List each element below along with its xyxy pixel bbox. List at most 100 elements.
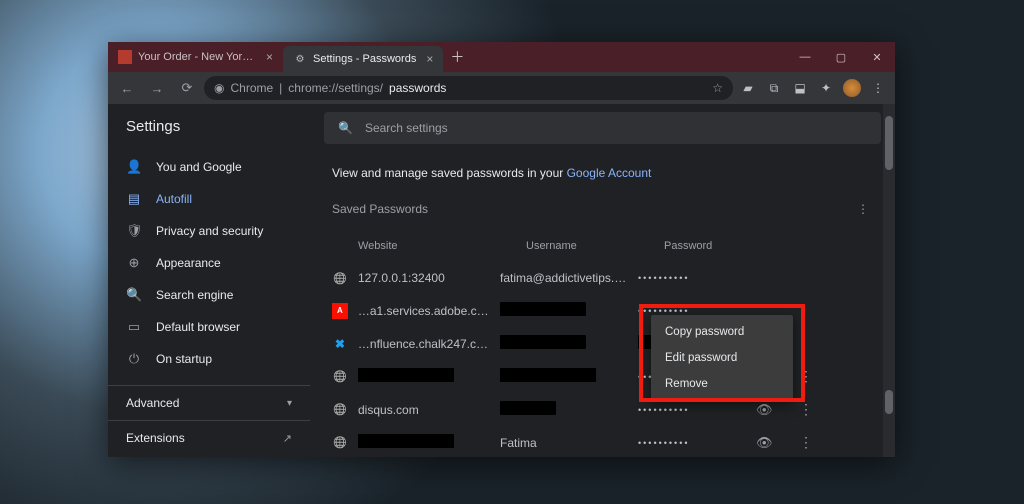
- nav-privacy[interactable]: 🛡Privacy and security: [108, 215, 310, 247]
- redacted: [500, 302, 586, 316]
- autofill-icon: ▤: [126, 191, 142, 207]
- row-more-icon[interactable]: ⋮: [792, 434, 820, 451]
- settings-title: Settings: [108, 104, 310, 147]
- search-row: 🔍 Search settings: [310, 104, 895, 152]
- close-button[interactable]: ✕: [859, 42, 895, 72]
- extension-icon[interactable]: ▰: [737, 77, 759, 99]
- passwords-table: Website Username Password 127.0.0.1:3240…: [310, 224, 895, 457]
- google-account-link[interactable]: Google Account: [567, 166, 652, 180]
- scrollbar-thumb[interactable]: [885, 116, 893, 170]
- window-controls: — ▢ ✕: [787, 42, 895, 72]
- username-cell: [500, 368, 630, 385]
- reload-button[interactable]: ⟳: [174, 75, 200, 101]
- redacted: [500, 368, 596, 382]
- settings-main-inner: 🔍 Search settings View and manage saved …: [310, 104, 895, 457]
- site-cell[interactable]: [358, 368, 454, 385]
- extensions-puzzle-icon[interactable]: ✦: [815, 77, 837, 99]
- menu-copy-password[interactable]: Copy password: [651, 319, 793, 345]
- username-cell: Fatima: [500, 436, 630, 450]
- nav-label: On startup: [156, 352, 212, 366]
- content-area: Settings 👤You and Google ▤Autofill 🛡Priv…: [108, 104, 895, 457]
- search-placeholder: Search settings: [365, 121, 448, 135]
- tab-favicon: [118, 50, 132, 64]
- nav-advanced[interactable]: Advanced ▾: [108, 385, 310, 420]
- new-tab-button[interactable]: ＋: [443, 42, 471, 72]
- nav-appearance[interactable]: ⊕Appearance: [108, 247, 310, 279]
- site-favicon: ✖: [332, 336, 348, 352]
- menu-remove[interactable]: Remove: [651, 371, 793, 397]
- power-icon: ⏻: [126, 351, 142, 367]
- tab-order[interactable]: Your Order - New York Style, Yu… ×: [108, 42, 283, 72]
- section-more-icon[interactable]: ⋮: [853, 198, 873, 220]
- username-cell: [500, 302, 630, 319]
- settings-nav: 👤You and Google ▤Autofill 🛡Privacy and s…: [108, 147, 310, 379]
- redacted: [500, 401, 556, 415]
- redacted: [358, 434, 454, 448]
- row-more-icon[interactable]: ⋮: [792, 368, 820, 385]
- shield-icon: 🛡: [126, 223, 142, 239]
- extensions-label: Extensions: [126, 431, 185, 445]
- redacted: [358, 368, 454, 382]
- redacted: [500, 335, 586, 349]
- globe-icon: [332, 369, 348, 385]
- username-cell: fatima@addictivetips.com: [500, 271, 630, 285]
- site-cell[interactable]: [358, 434, 454, 451]
- nav-label: Default browser: [156, 320, 240, 334]
- site-cell[interactable]: …nfluence.chalk247.com: [358, 337, 492, 351]
- nav-default-browser[interactable]: ▭ Default browser: [108, 311, 310, 343]
- site-info-icon[interactable]: ◉: [214, 81, 224, 95]
- nav-on-startup[interactable]: ⏻ On startup: [108, 343, 310, 375]
- address-bar[interactable]: ◉ Chrome | chrome://settings/passwords ☆: [204, 76, 733, 100]
- extension-icon[interactable]: ⬓: [789, 77, 811, 99]
- forward-button[interactable]: →: [144, 75, 170, 101]
- tab-close-icon[interactable]: ×: [426, 52, 433, 66]
- password-row: Fatima •••••••••• 👁 ⋮: [332, 426, 873, 457]
- globe-icon: [332, 270, 348, 286]
- nav-autofill[interactable]: ▤Autofill: [108, 183, 310, 215]
- search-settings-input[interactable]: 🔍 Search settings: [324, 112, 881, 144]
- row-more-icon[interactable]: ⋮: [792, 401, 820, 418]
- url-host: chrome://settings/: [288, 81, 383, 95]
- scrollbar-track[interactable]: [883, 104, 895, 457]
- advanced-label: Advanced: [126, 396, 179, 410]
- passwords-description: View and manage saved passwords in your …: [310, 152, 895, 198]
- search-icon: 🔍: [338, 121, 353, 135]
- profile-avatar[interactable]: [841, 77, 863, 99]
- back-button[interactable]: ←: [114, 75, 140, 101]
- open-external-icon: ↗: [283, 432, 292, 445]
- site-cell[interactable]: disqus.com: [358, 403, 419, 417]
- show-password-icon[interactable]: 👁: [756, 402, 784, 418]
- tab-settings[interactable]: ⚙ Settings - Passwords ×: [283, 46, 443, 72]
- tab-label: Your Order - New York Style, Yu…: [138, 51, 256, 63]
- extension-icon[interactable]: ⧉: [763, 77, 785, 99]
- site-cell[interactable]: …a1.services.adobe.com: [358, 304, 492, 318]
- browser-icon: ▭: [126, 319, 142, 335]
- nav-extensions[interactable]: Extensions ↗: [108, 420, 310, 455]
- nav-about-chrome[interactable]: About Chrome: [108, 455, 310, 457]
- nav-you-and-google[interactable]: 👤You and Google: [108, 151, 310, 183]
- show-password-icon[interactable]: 👁: [756, 435, 784, 451]
- minimize-button[interactable]: —: [787, 42, 823, 72]
- password-cell: ••••••••••: [638, 273, 748, 283]
- site-cell[interactable]: 127.0.0.1:32400: [358, 271, 445, 285]
- search-icon: 🔍: [126, 287, 142, 303]
- settings-main: 🔍 Search settings View and manage saved …: [310, 104, 895, 457]
- nav-label: Search engine: [156, 288, 233, 302]
- col-username: Username: [526, 240, 656, 252]
- menu-edit-password[interactable]: Edit password: [651, 345, 793, 371]
- scrollbar-thumb[interactable]: [885, 390, 893, 414]
- tab-close-icon[interactable]: ×: [266, 50, 273, 64]
- saved-passwords-header: Saved Passwords ⋮: [310, 198, 895, 224]
- url-sep: |: [279, 81, 282, 95]
- settings-sidebar: Settings 👤You and Google ▤Autofill 🛡Priv…: [108, 104, 310, 457]
- username-cell: [500, 401, 630, 418]
- gear-icon: ⚙: [293, 52, 307, 66]
- bookmark-star-icon[interactable]: ☆: [712, 81, 723, 95]
- context-menu: Copy password Edit password Remove: [651, 315, 793, 401]
- chrome-menu-icon[interactable]: ⋮: [867, 77, 889, 99]
- nav-label: Appearance: [156, 256, 221, 270]
- col-password: Password: [664, 240, 774, 252]
- password-row: 127.0.0.1:32400 fatima@addictivetips.com…: [332, 262, 873, 294]
- nav-search-engine[interactable]: 🔍 Search engine: [108, 279, 310, 311]
- maximize-button[interactable]: ▢: [823, 42, 859, 72]
